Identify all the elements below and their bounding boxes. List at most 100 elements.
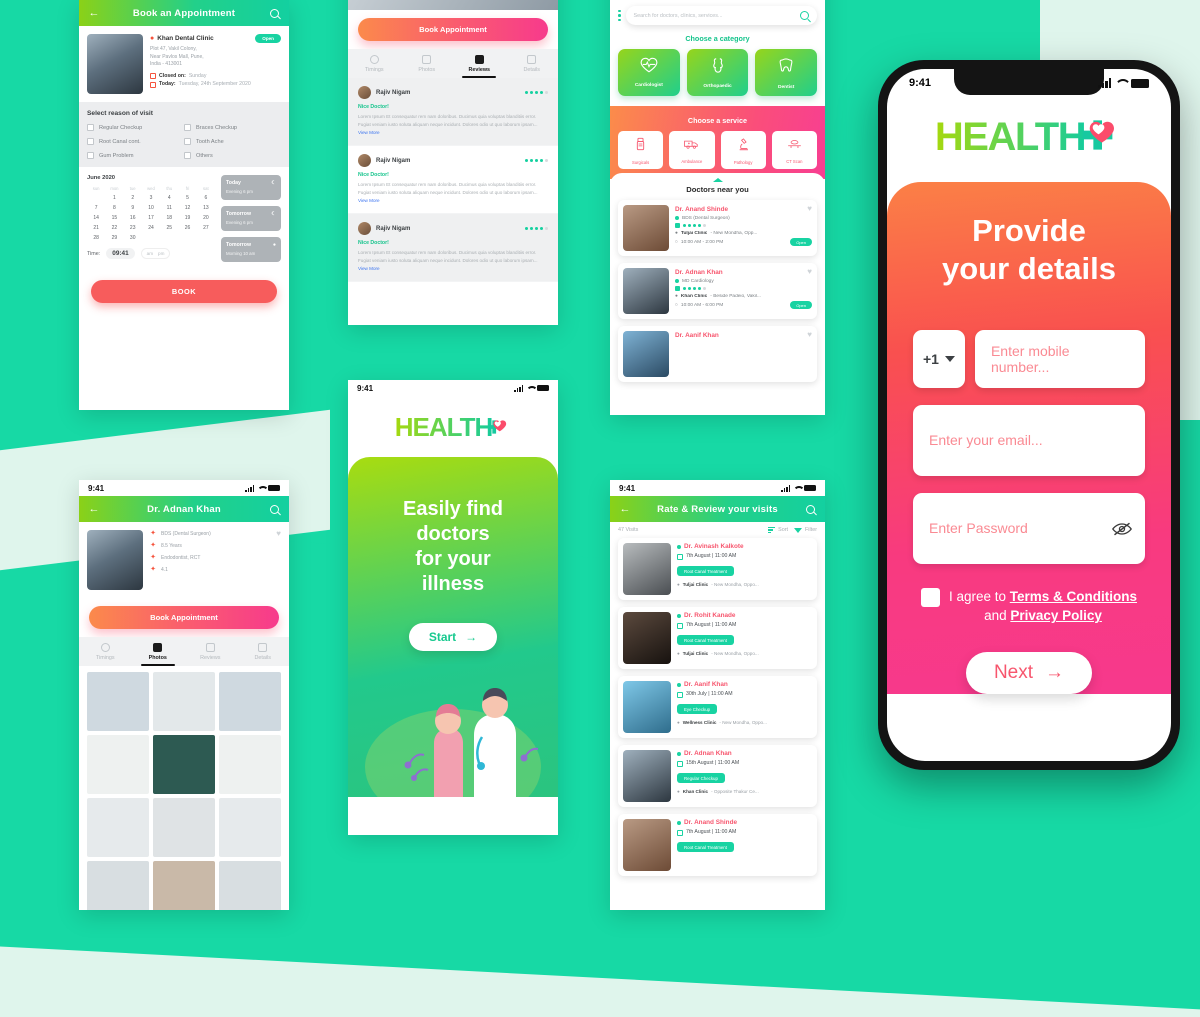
clinic-photo-thumb[interactable] xyxy=(87,734,149,794)
clinic-photo-thumb[interactable] xyxy=(87,860,149,910)
tab-photos[interactable]: Photos xyxy=(401,49,454,78)
calendar-day[interactable]: 28 xyxy=(87,235,105,241)
tab-photos[interactable]: Photos xyxy=(132,637,185,666)
chevron-up-icon[interactable] xyxy=(712,178,723,182)
calendar-day[interactable]: 26 xyxy=(178,225,196,231)
service-pathology[interactable]: Pathology xyxy=(720,131,766,169)
reason-checkbox[interactable]: Braces Checkup xyxy=(184,124,281,131)
doctor-card[interactable]: Dr. Anand Shinde ♥ BDS (Dental Surgeon) ● Tu… xyxy=(618,200,817,256)
visit-card[interactable]: Dr. Anand Shinde 7th August | 11:00 AM Roo… xyxy=(618,814,817,876)
sort-button[interactable]: Sort xyxy=(768,527,788,533)
calendar-day[interactable]: 4 xyxy=(160,195,178,201)
visit-card[interactable]: Dr. Aanif Khan 30th July | 11:00 AM Eye Ch… xyxy=(618,676,817,738)
search-icon[interactable] xyxy=(267,502,281,516)
checkbox-box[interactable] xyxy=(184,152,191,159)
pm-option[interactable]: pm xyxy=(158,251,164,256)
checkbox-box[interactable] xyxy=(87,138,94,145)
password-input[interactable]: Enter Password xyxy=(913,492,1145,564)
visit-card[interactable]: Dr. Adnan Khan 15th August | 11:00 AM Regu… xyxy=(618,745,817,807)
calendar-day[interactable]: 8 xyxy=(105,205,123,211)
service-ct-scan[interactable]: CT Scan xyxy=(771,131,817,169)
time-slot[interactable]: Today ☾ Evening 6 pm xyxy=(221,175,281,200)
service-surgicals[interactable]: Surgicals xyxy=(618,131,664,169)
eye-off-icon[interactable] xyxy=(1112,522,1132,536)
tab-timings[interactable]: Timings xyxy=(348,49,401,78)
next-button[interactable]: Next → xyxy=(965,652,1093,694)
tab-details[interactable]: Details xyxy=(506,49,559,78)
calendar-day[interactable]: 25 xyxy=(160,225,178,231)
heart-icon[interactable]: ♥ xyxy=(807,331,812,339)
calendar-day[interactable]: 21 xyxy=(87,225,105,231)
visit-card[interactable]: Dr. Avinash Kalkote 7th August | 11:00 AM… xyxy=(618,538,817,600)
service-ambulance[interactable]: Ambulance xyxy=(669,131,715,169)
calendar-day[interactable]: 30 xyxy=(124,235,142,241)
calendar-day[interactable]: 29 xyxy=(105,235,123,241)
clinic-photo-thumb[interactable] xyxy=(153,734,215,794)
calendar-grid[interactable]: sun mon tue wed thu fri sat 1 2 3 4 5 6 7 8 9 10 11 12 13 14… xyxy=(87,186,215,241)
search-input[interactable]: Search for doctors, clinics, services... xyxy=(625,6,817,25)
calendar-day[interactable]: 24 xyxy=(142,225,160,231)
reason-checkbox[interactable]: Tooth Ache xyxy=(184,138,281,145)
calendar-day[interactable]: 2 xyxy=(124,195,142,201)
ampm-toggle[interactable]: am pm xyxy=(140,248,171,259)
clinic-photo-thumb[interactable] xyxy=(153,672,215,731)
terms-link[interactable]: Terms & Conditions xyxy=(1010,589,1137,604)
calendar-day[interactable]: 12 xyxy=(178,205,196,211)
tab-reviews[interactable]: Reviews xyxy=(184,637,237,666)
calendar-day[interactable]: 9 xyxy=(124,205,142,211)
calendar-day[interactable]: 23 xyxy=(124,225,142,231)
calendar-day[interactable]: 10 xyxy=(142,205,160,211)
calendar-day[interactable]: 18 xyxy=(160,215,178,221)
clinic-photo-thumb[interactable] xyxy=(219,734,281,794)
checkbox-box[interactable] xyxy=(87,152,94,159)
calendar-day[interactable]: 19 xyxy=(178,215,196,221)
view-more-link[interactable]: View More xyxy=(358,198,380,203)
clinic-photo-thumb[interactable] xyxy=(87,672,149,731)
calendar-day[interactable]: 15 xyxy=(105,215,123,221)
view-more-link[interactable]: View More xyxy=(358,266,380,271)
calendar-day[interactable]: 7 xyxy=(87,205,105,211)
tab-reviews[interactable]: Reviews xyxy=(453,49,506,78)
reason-checkbox[interactable]: Root Canal cont. xyxy=(87,138,184,145)
calendar-day[interactable]: 11 xyxy=(160,205,178,211)
heart-icon[interactable]: ♥ xyxy=(276,530,281,590)
email-input[interactable]: Enter your email... xyxy=(913,404,1145,476)
clinic-photo-thumb[interactable] xyxy=(219,860,281,910)
checkbox-box[interactable] xyxy=(184,138,191,145)
reason-checkbox[interactable]: Regular Checkup xyxy=(87,124,184,131)
category-orthopaedic[interactable]: Orthopaedic xyxy=(686,49,749,96)
clinic-photo-thumb[interactable] xyxy=(153,797,215,857)
time-slot[interactable]: Tomorrow ☾ Evening 6 pm xyxy=(221,206,281,231)
clinic-photo-thumb[interactable] xyxy=(219,672,281,731)
privacy-link[interactable]: Privacy Policy xyxy=(1010,608,1102,623)
filter-button[interactable]: Filter xyxy=(794,527,817,533)
kebab-menu-icon[interactable] xyxy=(618,9,621,22)
terms-checkbox[interactable] xyxy=(920,587,940,607)
search-icon[interactable] xyxy=(803,502,817,516)
search-icon[interactable] xyxy=(267,6,281,20)
back-icon[interactable]: ← xyxy=(618,502,632,516)
clinic-photo-thumb[interactable] xyxy=(153,860,215,910)
calendar-day[interactable]: 22 xyxy=(105,225,123,231)
book-appointment-button[interactable]: Book Appointment xyxy=(89,606,279,629)
tab-timings[interactable]: Timings xyxy=(79,637,132,666)
reason-checkbox[interactable]: Gum Problem xyxy=(87,152,184,159)
calendar-day[interactable]: 17 xyxy=(142,215,160,221)
back-icon[interactable]: ← xyxy=(87,6,101,20)
heart-icon[interactable]: ♥ xyxy=(807,205,812,213)
category-dentist[interactable]: Dentist xyxy=(755,49,818,96)
calendar-day[interactable]: 27 xyxy=(197,225,215,231)
checkbox-box[interactable] xyxy=(87,124,94,131)
search-icon[interactable] xyxy=(800,11,809,20)
calendar-day[interactable]: 14 xyxy=(87,215,105,221)
category-cardiologist[interactable]: Cardiologist xyxy=(618,49,680,96)
tab-details[interactable]: Details xyxy=(237,637,290,666)
visit-card[interactable]: Dr. Rohit Kanade 7th August | 11:00 AM Roo… xyxy=(618,607,817,669)
calendar-day[interactable]: 16 xyxy=(124,215,142,221)
am-option[interactable]: am xyxy=(147,251,153,256)
calendar-day[interactable]: 1 xyxy=(105,195,123,201)
checkbox-box[interactable] xyxy=(184,124,191,131)
book-button[interactable]: BOOK xyxy=(91,280,277,303)
calendar-day[interactable]: 5 xyxy=(178,195,196,201)
calendar[interactable]: June 2020 sun mon tue wed thu fri sat 1 2 3 4 5 6 7 8 9… xyxy=(87,175,215,262)
